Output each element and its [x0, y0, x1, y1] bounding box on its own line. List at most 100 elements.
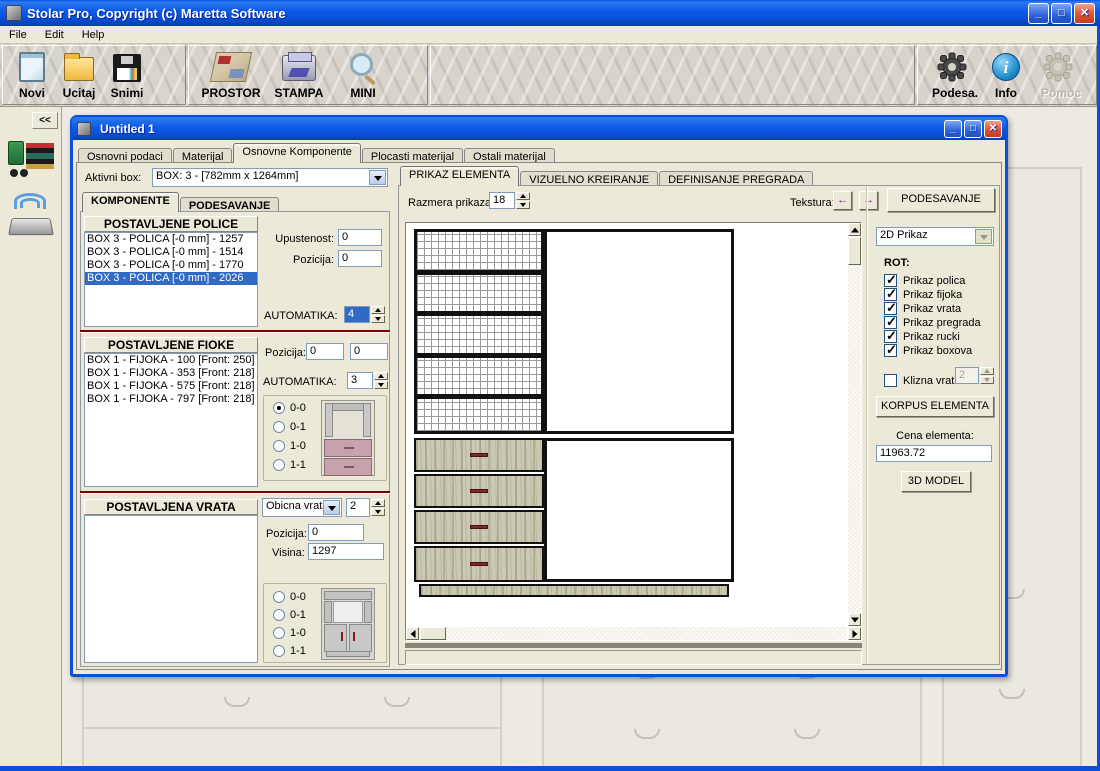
upustenost-field[interactable]: 0	[338, 229, 382, 246]
vscroll-thumb[interactable]	[848, 237, 861, 265]
fioke-listbox[interactable]: BOX 1 - FIJOKA - 100 [Front: 250] BOX 1 …	[84, 353, 258, 487]
fioke-radio-0-0[interactable]: 0-0	[273, 402, 306, 414]
scroll-left-button[interactable]	[406, 627, 419, 640]
vrata-type-dropdown-arrow[interactable]	[323, 500, 340, 515]
stampa-button[interactable]: STAMPA	[268, 48, 330, 100]
option-prikaz-boxova[interactable]: Prikaz boxova	[884, 344, 972, 357]
fioke-radio-1-1[interactable]: 1-1	[273, 459, 306, 471]
tab-komponente[interactable]: KOMPONENTE	[82, 192, 179, 212]
razmera-spin-up[interactable]	[516, 192, 530, 200]
radio-button[interactable]	[273, 591, 285, 603]
police-listbox[interactable]: BOX 3 - POLICA [-0 mm] - 1257 BOX 3 - PO…	[84, 232, 258, 327]
police-automatika-spin-up[interactable]	[371, 306, 385, 314]
podesavanje-button[interactable]: PODESAVANJE	[887, 188, 995, 212]
aktivni-box-dropdown-arrow[interactable]	[369, 170, 386, 185]
razmera-spinner-field[interactable]: 18	[489, 192, 515, 209]
menu-help[interactable]: Help	[73, 27, 114, 43]
scroll-up-button[interactable]	[848, 223, 861, 236]
cabinet-drawer	[414, 438, 544, 472]
radio-button[interactable]	[273, 627, 285, 639]
checkbox[interactable]	[884, 374, 897, 387]
police-automatika-spinner-field[interactable]: 4	[344, 306, 370, 323]
vrata-radio-0-1[interactable]: 0-1	[273, 609, 306, 621]
police-list-item[interactable]: BOX 3 - POLICA [-0 mm] - 1514	[85, 246, 257, 259]
vrata-count-spin-down[interactable]	[371, 508, 385, 516]
canvas-hscrollbar[interactable]	[406, 627, 847, 640]
tab-prikaz-elementa[interactable]: PRIKAZ ELEMENTA	[400, 166, 519, 186]
model-3d-button[interactable]: 3D MODEL	[901, 471, 971, 492]
help-gear-icon	[1043, 52, 1073, 82]
option-prikaz-pregrada[interactable]: Prikaz pregrada	[884, 316, 981, 329]
fioke-automatika-spinner-field[interactable]: 3	[347, 372, 373, 389]
vrata-radio-1-1[interactable]: 1-1	[273, 645, 306, 657]
klizna-spinner-field: 2	[955, 367, 979, 384]
ucitaj-button[interactable]: Ucitaj	[56, 48, 102, 100]
minimize-button[interactable]: _	[1028, 3, 1049, 24]
fioke-list-item[interactable]: BOX 1 - FIJOKA - 353 [Front: 218]	[85, 367, 257, 380]
visina-field[interactable]: 1297	[308, 543, 384, 560]
korpus-elementa-button[interactable]: KORPUS ELEMENTA	[876, 396, 994, 417]
doc-maximize-button[interactable]: □	[964, 120, 982, 138]
vrata-pozicija-field[interactable]: 0	[308, 524, 364, 541]
fioke-list-item[interactable]: BOX 1 - FIJOKA - 797 [Front: 218]	[85, 393, 257, 406]
fioke-list-item[interactable]: BOX 1 - FIJOKA - 100 [Front: 250]	[85, 354, 257, 367]
podesa-button[interactable]: Podesa.	[928, 48, 982, 100]
vrata-listbox[interactable]	[84, 515, 258, 663]
vrata-type-combobox[interactable]: Obicna vrata	[262, 498, 342, 517]
menu-edit[interactable]: Edit	[36, 27, 73, 43]
prostor-button[interactable]: PROSTOR	[198, 48, 264, 100]
vrata-count-spinner-field[interactable]: 2	[346, 498, 370, 517]
radio-button[interactable]	[273, 421, 285, 433]
fioke-pozicija-field-2[interactable]: 0	[350, 343, 388, 360]
novi-button[interactable]: Novi	[10, 48, 54, 100]
scroll-down-button[interactable]	[848, 613, 861, 626]
hscroll-thumb[interactable]	[420, 627, 446, 640]
fioke-pozicija-field-1[interactable]: 0	[306, 343, 344, 360]
maximize-button[interactable]: □	[1051, 3, 1072, 24]
radio-button[interactable]	[273, 440, 285, 452]
scroll-right-button[interactable]	[848, 627, 861, 640]
cena-elementa-field[interactable]: 11963.72	[876, 445, 992, 462]
view-mode-combobox[interactable]: 2D Prikaz	[876, 227, 994, 246]
police-automatika-spin-down[interactable]	[371, 315, 385, 323]
vrata-radio-1-0[interactable]: 1-0	[273, 627, 306, 639]
mini-label: MINI	[350, 86, 375, 100]
option-klizna-vrata[interactable]: Klizna vrata	[884, 374, 960, 387]
police-list-item[interactable]: BOX 3 - POLICA [-0 mm] - 1770	[85, 259, 257, 272]
vrata-count-spin-up[interactable]	[371, 499, 385, 507]
police-list-item[interactable]: BOX 3 - POLICA [-0 mm] - 1257	[85, 233, 257, 246]
tekstura-next-button[interactable]: →	[859, 191, 878, 210]
scanner-icon[interactable]	[8, 193, 54, 237]
tekstura-prev-button[interactable]: ←	[833, 191, 852, 210]
fioke-automatika-spin-down[interactable]	[374, 381, 388, 389]
forklift-icon[interactable]	[8, 135, 54, 179]
razmera-label: Razmera prikaza:	[408, 197, 494, 209]
sidebar-collapse-button[interactable]: <<	[32, 112, 58, 129]
document-titlebar[interactable]: Untitled 1 _ □ ✕	[72, 117, 1006, 140]
menu-file[interactable]: File	[0, 27, 36, 43]
fioke-list-item[interactable]: BOX 1 - FIJOKA - 575 [Front: 218]	[85, 380, 257, 393]
close-button[interactable]: ✕	[1074, 3, 1095, 24]
doc-minimize-button[interactable]: _	[944, 120, 962, 138]
fioke-radio-1-0[interactable]: 1-0	[273, 440, 306, 452]
vrata-radio-0-0[interactable]: 0-0	[273, 591, 306, 603]
snimi-button[interactable]: Snimi	[104, 48, 150, 100]
fioke-radio-0-1[interactable]: 0-1	[273, 421, 306, 433]
checkbox[interactable]	[884, 344, 897, 357]
doc-close-button[interactable]: ✕	[984, 120, 1002, 138]
aktivni-box-combobox[interactable]: BOX: 3 - [782mm x 1264mm]	[152, 168, 388, 187]
razmera-spin-down[interactable]	[516, 201, 530, 209]
element-canvas[interactable]	[405, 222, 862, 641]
aktivni-box-label: Aktivni box:	[85, 172, 141, 184]
tab-osnovne-komponente[interactable]: Osnovne Komponente	[233, 143, 360, 163]
police-list-item-selected[interactable]: BOX 3 - POLICA [-0 mm] - 2026	[85, 272, 257, 285]
radio-button[interactable]	[273, 609, 285, 621]
info-button[interactable]: i Info	[986, 48, 1026, 100]
radio-button[interactable]	[273, 645, 285, 657]
radio-button[interactable]	[273, 459, 285, 471]
radio-button[interactable]	[273, 402, 285, 414]
mini-button[interactable]: MINI	[334, 48, 392, 100]
canvas-vscrollbar[interactable]	[848, 223, 861, 626]
police-pozicija-field[interactable]: 0	[338, 250, 382, 267]
fioke-automatika-spin-up[interactable]	[374, 372, 388, 380]
